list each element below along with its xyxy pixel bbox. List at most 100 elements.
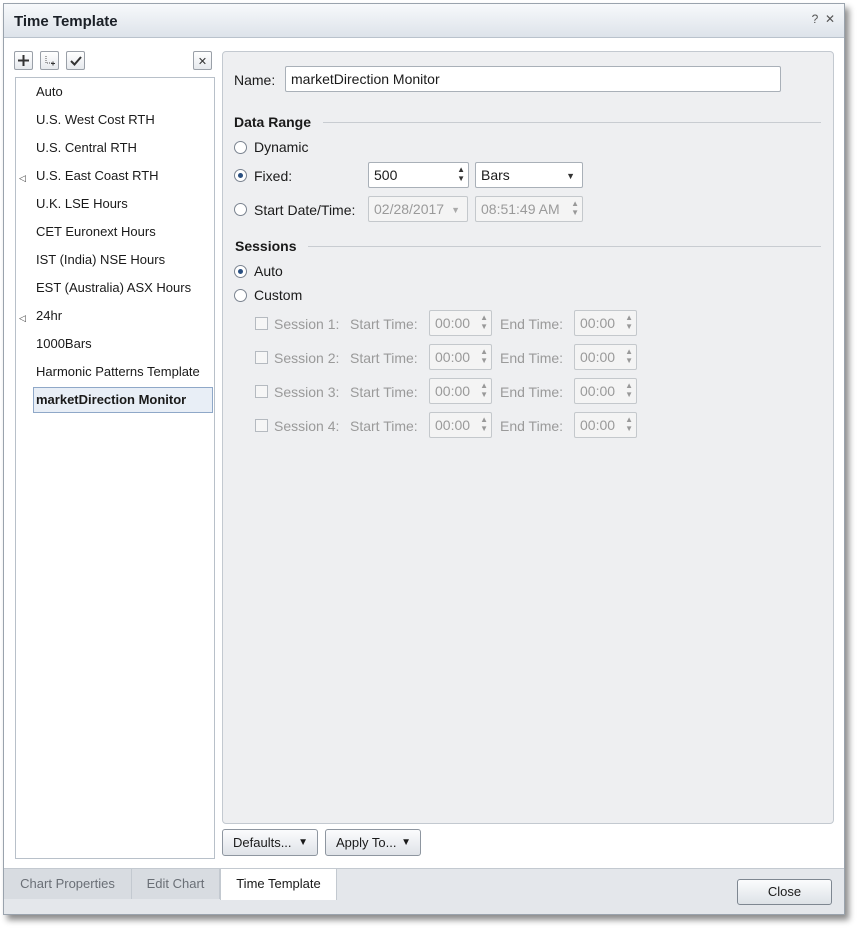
sessions-custom-radio[interactable] [234, 289, 247, 302]
delete-icon: ✕ [197, 56, 208, 68]
session-checkbox [255, 317, 268, 330]
session-end-value: 00:00 [580, 417, 616, 433]
template-toolbar: ✕ [14, 51, 214, 73]
spinner-arrows-icon: ▲ ▼ [480, 381, 488, 399]
session-end-value: 00:00 [580, 349, 616, 365]
session-checkbox [255, 385, 268, 398]
session-start-value: 00:00 [435, 417, 471, 433]
start-time-value: 08:51:49 AM [481, 201, 560, 217]
spinner-arrows-icon: ▲ ▼ [480, 415, 488, 433]
help-icon[interactable]: ? [808, 12, 822, 26]
expander-icon[interactable]: ◁ [19, 313, 26, 324]
sessions-auto-radio[interactable] [234, 265, 247, 278]
apply-to-label: Apply To... [336, 835, 397, 850]
tab-bar: Chart Properties Edit Chart Time Templat… [4, 868, 844, 914]
fixed-unit-value: Bars [481, 167, 510, 183]
end-time-label: End Time: [500, 316, 564, 332]
list-item[interactable]: U.S. East Coast RTH [33, 163, 213, 189]
list-item[interactable]: U.S. Central RTH [33, 135, 213, 161]
session-start-value: 00:00 [435, 315, 471, 331]
spinner-arrows-icon: ▲ ▼ [625, 347, 633, 365]
list-item[interactable]: U.S. West Cost RTH [33, 107, 213, 133]
close-icon[interactable]: ✕ [823, 12, 837, 26]
sessions-auto-label: Auto [254, 263, 283, 279]
fixed-unit-select[interactable]: Bars ▼ [475, 162, 583, 188]
list-item[interactable]: Auto [33, 79, 213, 105]
expander-icon[interactable]: ◁ [19, 173, 26, 184]
session-start-stepper: 00:00 ▲ ▼ [429, 310, 492, 336]
dynamic-radio[interactable] [234, 141, 247, 154]
start-time-label: Start Time: [350, 418, 418, 434]
spinner-arrows-icon: ▲ ▼ [480, 347, 488, 365]
start-date-label: Start Date/Time: [254, 202, 356, 218]
session-end-value: 00:00 [580, 383, 616, 399]
close-button[interactable]: Close [737, 879, 832, 905]
session-start-value: 00:00 [435, 349, 471, 365]
session-end-stepper: 00:00 ▲ ▼ [574, 344, 637, 370]
dropdown-arrow-icon: ▼ [298, 837, 308, 848]
session-row: Session 4: Start Time: 00:00 ▲ ▼ End Time… [223, 409, 823, 443]
name-input[interactable]: marketDirection Monitor [285, 66, 781, 92]
copy-template-button[interactable] [40, 51, 59, 70]
copy-icon [45, 56, 55, 66]
list-item[interactable]: CET Euronext Hours [33, 219, 213, 245]
fixed-count-value: 500 [374, 167, 398, 183]
list-item[interactable]: 24hr [33, 303, 213, 329]
spinner-arrows-icon: ▲ ▼ [571, 199, 579, 217]
delete-template-button[interactable]: ✕ [193, 51, 212, 70]
tab-chart-properties[interactable]: Chart Properties [4, 869, 132, 899]
sessions-title: Sessions [235, 238, 297, 254]
defaults-button[interactable]: Defaults... ▼ [222, 829, 318, 856]
add-template-button[interactable] [14, 51, 33, 70]
start-time-label: Start Time: [350, 316, 418, 332]
session-label: Session 3: [274, 384, 340, 400]
time-template-dialog: Time Template ? ✕ ✕ ◁ ◁ Auto U.S. West C… [3, 3, 845, 915]
session-label: Session 4: [274, 418, 340, 434]
end-time-label: End Time: [500, 384, 564, 400]
session-row: Session 1: Start Time: 00:00 ▲ ▼ End Time… [223, 307, 823, 341]
list-item[interactable]: IST (India) NSE Hours [33, 247, 213, 273]
fixed-count-stepper[interactable]: 500 ▲ ▼ [368, 162, 469, 188]
data-range-divider [323, 122, 821, 123]
start-date-radio[interactable] [234, 203, 247, 216]
start-time-label: Start Time: [350, 350, 418, 366]
start-time-stepper: 08:51:49 AM ▲ ▼ [475, 196, 583, 222]
list-item[interactable]: EST (Australia) ASX Hours [33, 275, 213, 301]
fixed-radio[interactable] [234, 169, 247, 182]
session-checkbox [255, 419, 268, 432]
tab-edit-chart[interactable]: Edit Chart [132, 869, 220, 899]
apply-to-button[interactable]: Apply To... ▼ [325, 829, 421, 856]
dynamic-label: Dynamic [254, 139, 309, 155]
template-settings-panel: Name: marketDirection Monitor Data Range… [222, 51, 834, 824]
tab-time-template[interactable]: Time Template [220, 869, 337, 900]
session-end-stepper: 00:00 ▲ ▼ [574, 310, 637, 336]
apply-template-button[interactable] [66, 51, 85, 70]
spinner-arrows-icon: ▲ ▼ [625, 381, 633, 399]
start-time-label: Start Time: [350, 384, 418, 400]
start-date-picker: 02/28/2017 ▼ [368, 196, 468, 222]
list-item-selected[interactable]: marketDirection Monitor [33, 387, 213, 413]
session-start-value: 00:00 [435, 383, 471, 399]
title-bar[interactable]: Time Template ? ✕ [4, 4, 844, 38]
plus-icon [18, 55, 29, 66]
dialog-title: Time Template [14, 13, 118, 30]
sessions-divider [308, 246, 821, 247]
list-item[interactable]: U.K. LSE Hours [33, 191, 213, 217]
dropdown-arrow-icon: ▼ [401, 837, 411, 848]
data-range-title: Data Range [234, 114, 312, 130]
session-label: Session 2: [274, 350, 340, 366]
list-item[interactable]: 1000Bars [33, 331, 213, 357]
list-item[interactable]: Harmonic Patterns Template [33, 359, 213, 385]
sessions-custom-label: Custom [254, 287, 303, 303]
end-time-label: End Time: [500, 350, 564, 366]
session-start-stepper: 00:00 ▲ ▼ [429, 412, 492, 438]
dropdown-arrow-icon: ▼ [566, 171, 575, 181]
session-checkbox [255, 351, 268, 364]
session-end-value: 00:00 [580, 315, 616, 331]
spinner-arrows-icon[interactable]: ▲ ▼ [457, 165, 465, 183]
session-start-stepper: 00:00 ▲ ▼ [429, 344, 492, 370]
spinner-arrows-icon: ▲ ▼ [480, 313, 488, 331]
calendar-dropdown-icon: ▼ [451, 205, 460, 215]
name-label: Name: [234, 72, 276, 88]
template-list[interactable]: ◁ ◁ Auto U.S. West Cost RTH U.S. Central… [15, 77, 215, 859]
